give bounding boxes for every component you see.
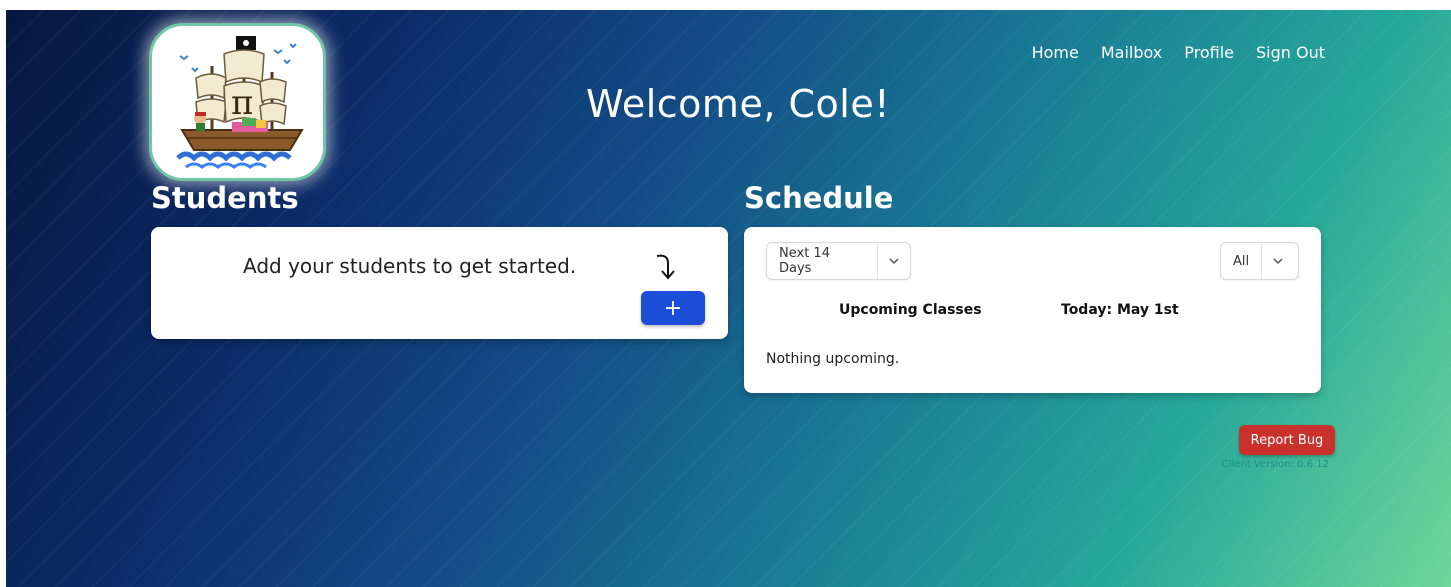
date-range-select[interactable]: Next 14 Days	[766, 242, 911, 280]
schedule-card: Next 14 Days All Upcoming Classes Today:…	[744, 227, 1321, 393]
client-version-text: Client Version: 0.6.12	[1221, 459, 1329, 470]
curved-arrow-down-icon	[656, 254, 675, 280]
class-filter-select[interactable]: All	[1220, 242, 1299, 280]
nav-profile-link[interactable]: Profile	[1184, 43, 1234, 62]
students-empty-message: Add your students to get started.	[243, 254, 577, 278]
today-date-heading: Today: May 1st	[1061, 302, 1179, 318]
report-bug-button[interactable]: Report Bug	[1239, 425, 1335, 455]
nav-sign-out-link[interactable]: Sign Out	[1256, 43, 1325, 62]
date-range-value: Next 14 Days	[767, 243, 879, 279]
welcome-heading: Welcome, Cole!	[586, 82, 890, 126]
svg-text:π: π	[231, 83, 253, 123]
nav-home-link[interactable]: Home	[1032, 43, 1079, 62]
class-filter-value: All	[1221, 243, 1263, 279]
students-heading: Students	[151, 181, 299, 215]
app-background: π Home Mailbox Profile Sign Out Welcome,…	[6, 10, 1451, 587]
add-student-button[interactable]: +	[641, 291, 705, 325]
chevron-down-icon	[878, 243, 910, 279]
pi-pirate-ship-logo[interactable]: π	[149, 23, 326, 181]
schedule-heading: Schedule	[744, 181, 894, 215]
schedule-empty-message: Nothing upcoming.	[766, 351, 900, 367]
nav-mailbox-link[interactable]: Mailbox	[1101, 43, 1162, 62]
chevron-down-icon	[1262, 243, 1294, 279]
top-nav: Home Mailbox Profile Sign Out	[1032, 43, 1325, 62]
students-card: Add your students to get started. +	[151, 227, 728, 339]
upcoming-classes-heading: Upcoming Classes	[839, 302, 982, 318]
